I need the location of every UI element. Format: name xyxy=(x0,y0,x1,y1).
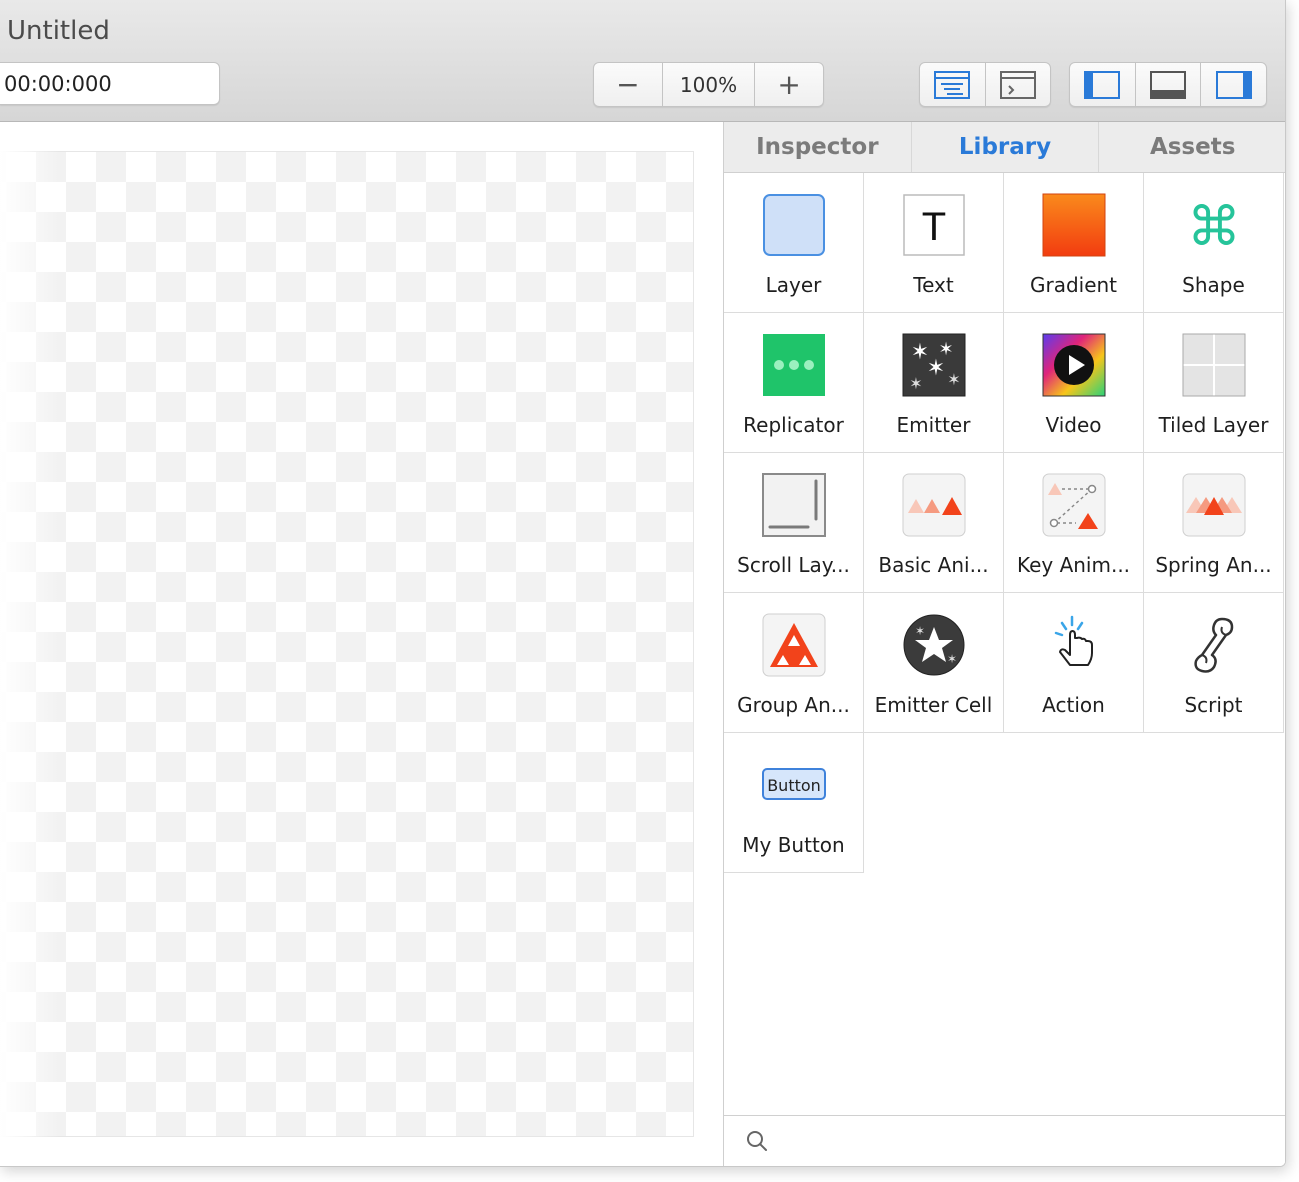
tiled-layer-icon xyxy=(1182,333,1246,397)
library-item-label: Layer xyxy=(765,273,822,297)
svg-text:T: T xyxy=(922,205,946,249)
scroll-layer-icon xyxy=(762,473,826,537)
library-item-label: Basic Ani... xyxy=(878,553,989,577)
tab-library[interactable]: Library xyxy=(912,122,1100,172)
library-item-label: Scroll Lay... xyxy=(737,553,850,577)
left-pane-icon xyxy=(1084,70,1121,99)
svg-text:✶: ✶ xyxy=(947,652,957,666)
library-item-replicator[interactable]: Replicator xyxy=(724,313,864,453)
library-item-shape[interactable]: ⌘ Shape xyxy=(1144,173,1284,313)
library-item-tiled-layer[interactable]: Tiled Layer xyxy=(1144,313,1284,453)
sidebar-tabs: Inspector Library Assets xyxy=(724,122,1285,173)
canvas-scroll-fade xyxy=(0,122,60,1166)
library-item-label: Video xyxy=(1045,413,1102,437)
code-mode-button[interactable] xyxy=(986,63,1051,106)
emitter-cell-icon: ✶ ✶ xyxy=(903,614,965,676)
library-item-basic-animation[interactable]: Basic Ani... xyxy=(864,453,1004,593)
zoom-control: − 100% + xyxy=(593,62,824,107)
library-item-label: Group An... xyxy=(737,693,850,717)
library-grid: Layer T Text Gradient ⌘ Shape Replicator… xyxy=(724,173,1284,873)
library-item-label: Emitter Cell xyxy=(874,693,993,717)
svg-text:✶: ✶ xyxy=(947,370,960,389)
tab-inspector[interactable]: Inspector xyxy=(724,122,912,172)
layout-icon xyxy=(934,70,971,99)
shape-icon: ⌘ xyxy=(1187,195,1241,257)
sidebar: Inspector Library Assets Layer T Text Gr… xyxy=(723,122,1285,1166)
zoom-level: 100% xyxy=(663,63,756,106)
svg-text:Button: Button xyxy=(767,776,821,795)
tab-assets[interactable]: Assets xyxy=(1099,122,1285,172)
svg-text:✶: ✶ xyxy=(909,374,922,393)
library-item-layer[interactable]: Layer xyxy=(724,173,864,313)
spring-animation-icon xyxy=(1182,473,1246,537)
button-icon: Button xyxy=(762,768,826,800)
library-item-label: Emitter xyxy=(896,413,971,437)
pane-toggle-control xyxy=(1069,62,1267,107)
canvas[interactable] xyxy=(0,151,694,1137)
library-item-keyframe-animation[interactable]: Key Anim... xyxy=(1004,453,1144,593)
canvas-area[interactable] xyxy=(0,122,723,1166)
basic-animation-icon xyxy=(902,473,966,537)
library-item-label: Spring An... xyxy=(1155,553,1272,577)
zoom-in-button[interactable]: + xyxy=(755,63,823,106)
group-animation-icon xyxy=(762,613,826,677)
library-item-action[interactable]: Action xyxy=(1004,593,1144,733)
layer-icon xyxy=(763,194,825,256)
library-item-label: Gradient xyxy=(1029,273,1118,297)
editor-mode-control xyxy=(919,62,1051,107)
library-item-label: Key Anim... xyxy=(1016,553,1131,577)
library-item-group-animation[interactable]: Group An... xyxy=(724,593,864,733)
replicator-icon xyxy=(763,334,825,396)
library-item-gradient[interactable]: Gradient xyxy=(1004,173,1144,313)
bottom-pane-icon xyxy=(1150,70,1186,99)
keyframe-animation-icon xyxy=(1042,473,1106,537)
toggle-right-pane-button[interactable] xyxy=(1201,63,1266,106)
library-item-emitter-cell[interactable]: ✶ ✶ Emitter Cell xyxy=(864,593,1004,733)
search-icon xyxy=(747,1131,767,1151)
library-item-label: Tiled Layer xyxy=(1158,413,1269,437)
library-item-text[interactable]: T Text xyxy=(864,173,1004,313)
library-item-script[interactable]: Script xyxy=(1144,593,1284,733)
library-item-label: Action xyxy=(1042,693,1105,717)
library-item-my-button[interactable]: Button My Button xyxy=(724,733,864,873)
library-item-label: Replicator xyxy=(743,413,844,437)
library-item-emitter[interactable]: ✶ ✶ ✶ ✶ ✶ Emitter xyxy=(864,313,1004,453)
library-item-label: My Button xyxy=(742,833,845,857)
library-item-label: Shape xyxy=(1182,273,1245,297)
action-icon xyxy=(1054,615,1093,666)
svg-text:⌘: ⌘ xyxy=(1187,195,1241,257)
library-search[interactable] xyxy=(724,1115,1285,1166)
library-item-label: Text xyxy=(913,273,954,297)
toggle-bottom-pane-button[interactable] xyxy=(1136,63,1202,106)
window-title: Untitled xyxy=(7,16,110,46)
timecode-field[interactable]: 00:00:000 xyxy=(0,62,220,105)
library-item-label: Script xyxy=(1184,693,1243,717)
video-icon xyxy=(1042,333,1106,397)
svg-text:✶: ✶ xyxy=(915,624,925,638)
emitter-icon: ✶ ✶ ✶ ✶ ✶ xyxy=(902,333,966,397)
toggle-left-pane-button[interactable] xyxy=(1070,63,1136,106)
text-icon: T xyxy=(903,194,965,256)
zoom-out-button[interactable]: − xyxy=(594,63,663,106)
right-pane-icon xyxy=(1215,70,1252,99)
toolbar: Untitled 00:00:000 − 100% + xyxy=(0,0,1285,122)
script-icon xyxy=(1194,617,1234,673)
app-window: Untitled 00:00:000 − 100% + Inspector Li… xyxy=(0,0,1286,1167)
code-icon xyxy=(999,70,1036,99)
library-item-video[interactable]: Video xyxy=(1004,313,1144,453)
svg-text:✶: ✶ xyxy=(927,356,945,381)
library-item-scroll-layer[interactable]: Scroll Lay... xyxy=(724,453,864,593)
library-item-spring-animation[interactable]: Spring An... xyxy=(1144,453,1284,593)
layout-mode-button[interactable] xyxy=(920,63,986,106)
gradient-icon xyxy=(1042,193,1106,257)
